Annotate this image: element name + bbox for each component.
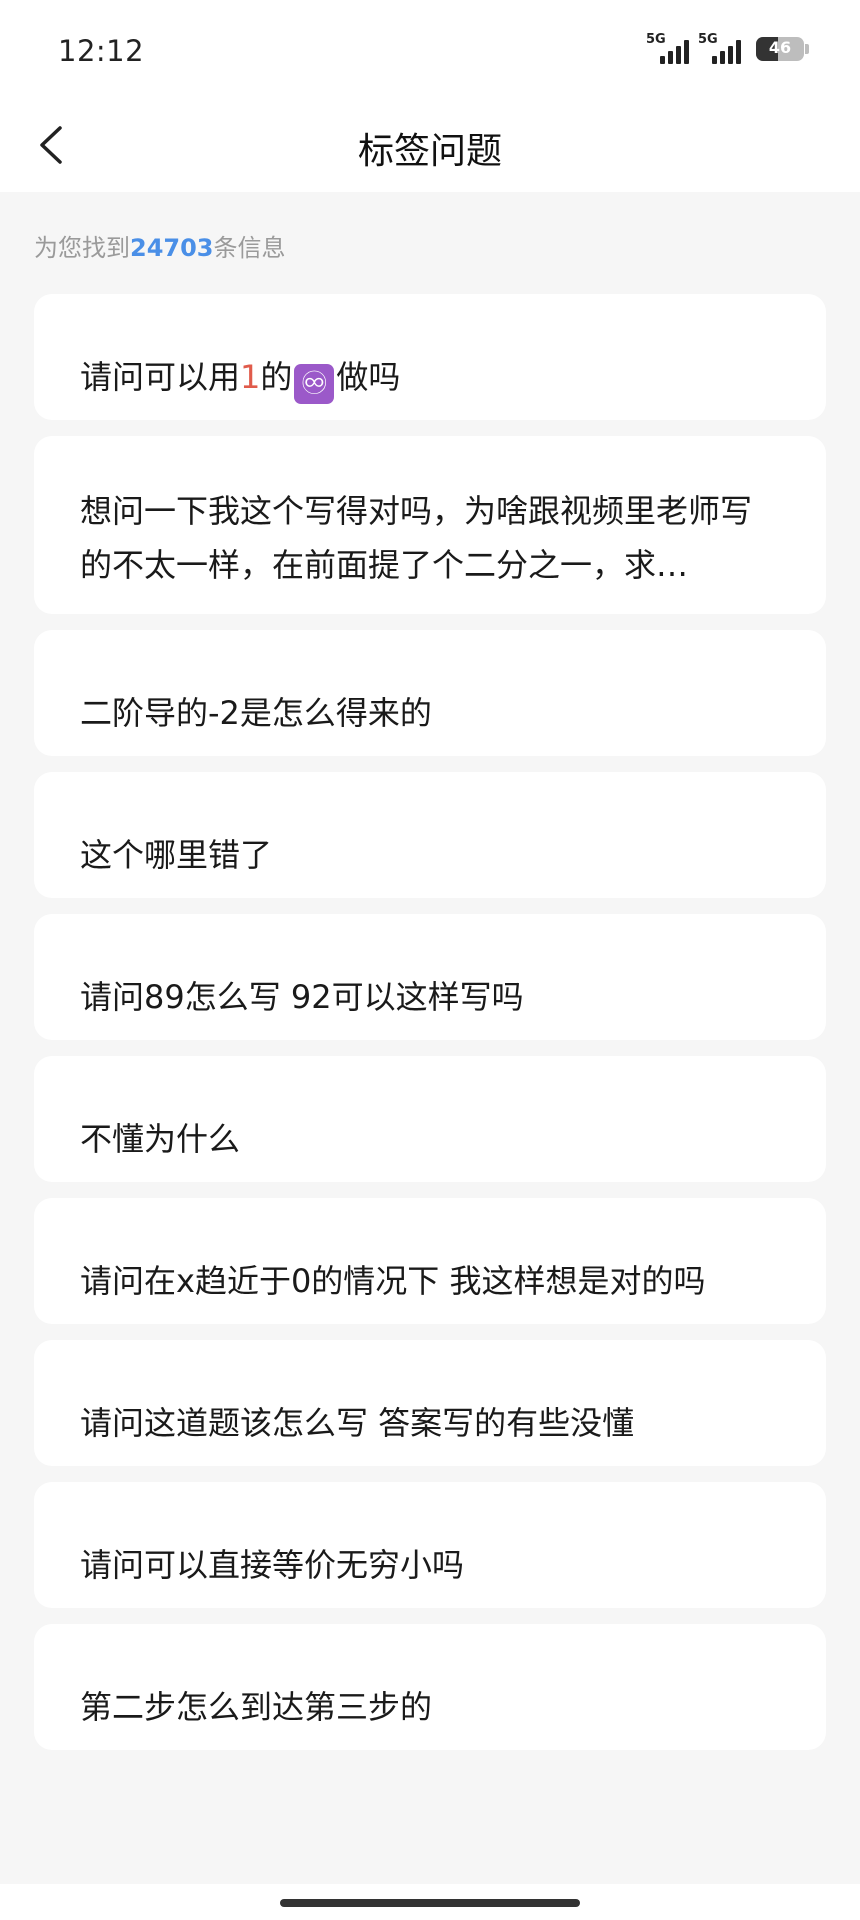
question-text-part: 的 [260, 358, 293, 396]
question-text: 请问在x趋近于0的情况下 我这样想是对的吗 [80, 1262, 706, 1300]
question-card[interactable]: 请问在x趋近于0的情况下 我这样想是对的吗 [34, 1198, 826, 1324]
page-title: 标签问题 [357, 131, 502, 172]
signal-5g-icon-2: 5G [698, 30, 744, 66]
question-card[interactable]: 二阶导的-2是怎么得来的 [34, 630, 826, 756]
highlight-number: 1 [240, 358, 261, 396]
result-count: 为您找到24703条信息 [34, 228, 286, 263]
nav-bar: 标签问题 [0, 100, 860, 192]
question-text: 请问89怎么写 92可以这样写吗 [80, 978, 524, 1016]
status-time: 12:12 [58, 34, 145, 68]
question-card[interactable]: 不懂为什么 [34, 1056, 826, 1182]
question-text: 请问可以用1的 ♾ 做吗 [80, 350, 780, 404]
home-indicator[interactable] [280, 1899, 580, 1907]
question-text: 不懂为什么 [80, 1120, 241, 1158]
question-list: 请问可以用1的 ♾ 做吗 想问一下我这个写得对吗，为啥跟视频里老师写的不太一样，在前… [34, 294, 826, 1766]
question-card[interactable]: 想问一下我这个写得对吗，为啥跟视频里老师写的不太一样，在前面提了个二分之一，求… [34, 436, 826, 614]
question-text: 请问可以直接等价无穷小吗 [80, 1546, 465, 1584]
result-suffix: 条信息 [213, 234, 286, 262]
question-card[interactable]: 请问这道题该怎么写 答案写的有些没懂 [34, 1340, 826, 1466]
signal-5g-icon: 5G [646, 30, 692, 66]
question-text: 请问这道题该怎么写 答案写的有些没懂 [80, 1404, 635, 1442]
infinity-icon: ♾ [294, 364, 335, 404]
question-text: 第二步怎么到达第三步的 [80, 1688, 433, 1726]
status-icons: 5G 5G 46 [646, 30, 809, 66]
question-text: 想问一下我这个写得对吗，为啥跟视频里老师写的不太一样，在前面提了个二分之一，求… [80, 492, 753, 584]
result-number: 24703 [130, 234, 214, 262]
question-card[interactable]: 请问可以用1的 ♾ 做吗 [34, 294, 826, 420]
question-text: 这个哪里错了 [80, 836, 273, 874]
question-card[interactable]: 请问可以直接等价无穷小吗 [34, 1482, 826, 1608]
question-text: 二阶导的-2是怎么得来的 [80, 694, 432, 732]
battery-level: 46 [768, 38, 792, 57]
question-text-part: 做吗 [336, 358, 401, 396]
result-prefix: 为您找到 [34, 234, 130, 262]
status-bar: 12:12 5G 5G 46 [0, 0, 860, 100]
question-card[interactable]: 这个哪里错了 [34, 772, 826, 898]
battery-icon: 46 [756, 37, 809, 61]
question-card[interactable]: 请问89怎么写 92可以这样写吗 [34, 914, 826, 1040]
question-text-part: 请问可以用 [80, 358, 241, 396]
question-card[interactable]: 第二步怎么到达第三步的 [34, 1624, 826, 1750]
